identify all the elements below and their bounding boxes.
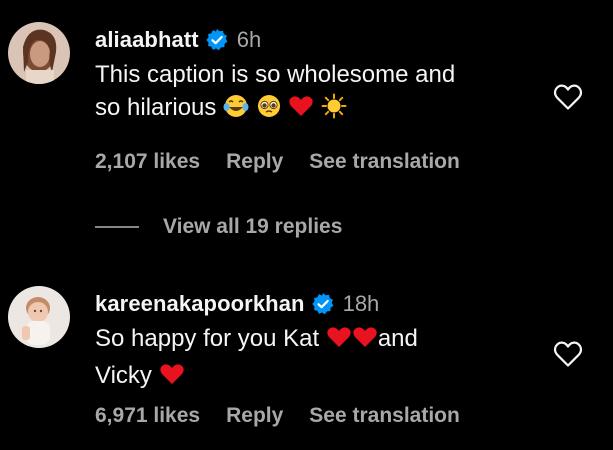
reply-button[interactable]: Reply [226,150,283,174]
avatar[interactable] [8,22,70,84]
red-heart-emoji [352,324,378,359]
comment-text-line: This caption is so wholesome and [95,61,456,88]
comment-text-fragment: Vicky [95,362,159,389]
likes-count[interactable]: 6,971 likes [95,404,200,428]
see-translation-button[interactable]: See translation [309,404,460,428]
like-heart-icon[interactable] [553,340,583,368]
verified-badge-icon [205,28,229,52]
view-replies-row[interactable]: View all 19 replies [95,215,342,239]
comment-actions: 2,107 likes Reply See translation [95,150,460,174]
pleading-face-emoji [256,93,282,128]
comment-text-fragment: so hilarious [95,94,217,121]
red-heart-emoji [159,361,185,396]
comment-actions: 6,971 likes Reply See translation [95,404,460,428]
comments-panel: aliaabhatt 6h This caption is so wholeso… [0,0,613,450]
view-replies-button[interactable]: View all 19 replies [163,215,342,239]
tears-of-joy-emoji [223,93,249,128]
comment-text: So happy for you Kat and Vicky [95,322,545,396]
red-heart-emoji [288,93,314,128]
comment-text-fragment: So happy for you Kat [95,325,326,352]
comment-body: kareenakapoorkhan 18h So happy for you K… [95,288,545,396]
sun-emoji [321,93,347,128]
replies-divider [95,226,139,228]
like-heart-icon[interactable] [553,83,583,111]
red-heart-emoji [326,324,352,359]
comment-text-line: so hilarious [95,91,545,128]
likes-count[interactable]: 2,107 likes [95,150,200,174]
comment-text-line: So happy for you Kat and [95,322,545,359]
comment-text: This caption is so wholesome and so hila… [95,58,545,128]
comment-body: aliaabhatt 6h This caption is so wholeso… [95,24,545,128]
timestamp: 6h [236,27,262,52]
timestamp: 18h [342,291,380,316]
avatar[interactable] [8,286,70,348]
comment-text-fragment: and [377,325,418,352]
see-translation-button[interactable]: See translation [309,150,460,174]
verified-badge-icon [311,292,335,316]
reply-button[interactable]: Reply [226,404,283,428]
username[interactable]: kareenakapoorkhan [95,291,305,317]
username[interactable]: aliaabhatt [95,27,199,53]
comment-text-line: Vicky [95,359,545,396]
